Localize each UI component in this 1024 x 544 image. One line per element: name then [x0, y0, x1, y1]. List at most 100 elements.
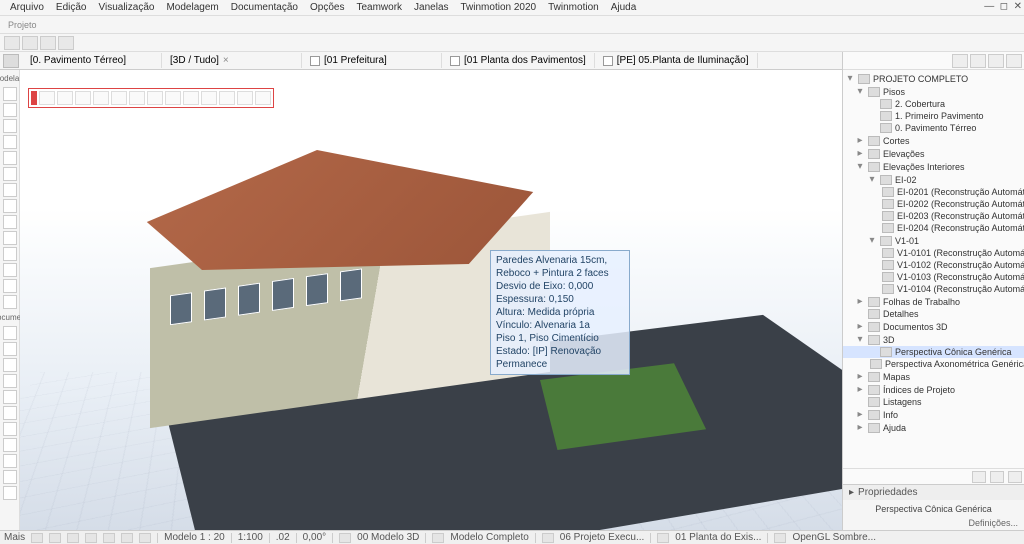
- tool-icon[interactable]: [3, 263, 17, 277]
- status-icon[interactable]: [121, 533, 133, 543]
- tree-item[interactable]: V1-0102 (Reconstrução Automática do Mode…: [843, 259, 1024, 271]
- tree-item[interactable]: 0. Pavimento Térreo: [843, 122, 1024, 134]
- status-icon[interactable]: [657, 533, 669, 543]
- tool-icon[interactable]: [93, 91, 109, 105]
- tool-icon[interactable]: [3, 406, 17, 420]
- checkbox-icon[interactable]: [450, 56, 460, 66]
- menu-item[interactable]: Arquivo: [4, 2, 50, 13]
- nav-tab-icon[interactable]: [952, 54, 968, 68]
- tool-icon[interactable]: [3, 279, 17, 293]
- arrow-icon[interactable]: [58, 36, 74, 50]
- tree-item[interactable]: ▾V1-01: [843, 234, 1024, 247]
- nav-tab-icon[interactable]: [1006, 54, 1022, 68]
- project-tree[interactable]: ▾PROJETO COMPLETO▾Pisos2. Cobertura1. Pr…: [843, 70, 1024, 468]
- menu-item[interactable]: Teamwork: [350, 2, 408, 13]
- status-icon[interactable]: [774, 533, 786, 543]
- status-icon[interactable]: [103, 533, 115, 543]
- status-zoom[interactable]: .02: [276, 532, 290, 543]
- tree-item[interactable]: ▸Documentos 3D: [843, 320, 1024, 333]
- status-icon[interactable]: [139, 533, 151, 543]
- tree-item[interactable]: 1. Primeiro Pavimento: [843, 110, 1024, 122]
- twisty-icon[interactable]: ▸: [855, 135, 865, 146]
- tool-icon[interactable]: [219, 91, 235, 105]
- tool-icon[interactable]: [3, 231, 17, 245]
- tool-icon[interactable]: [3, 119, 17, 133]
- checkbox-icon[interactable]: [310, 56, 320, 66]
- twisty-icon[interactable]: ▸: [855, 321, 865, 332]
- tree-item[interactable]: ▸Folhas de Trabalho: [843, 295, 1024, 308]
- redo-icon[interactable]: [40, 36, 56, 50]
- tree-item[interactable]: ▾PROJETO COMPLETO: [843, 72, 1024, 85]
- tree-item[interactable]: EI-0204 (Reconstrução Automática do Mode…: [843, 222, 1024, 234]
- status-item[interactable]: 01 Planta do Exis...: [675, 532, 761, 543]
- nav-tab-icon[interactable]: [970, 54, 986, 68]
- twisty-icon[interactable]: ▾: [855, 334, 865, 345]
- tool-icon[interactable]: [3, 342, 17, 356]
- close-icon[interactable]: ×: [223, 55, 229, 66]
- status-item[interactable]: 00 Modelo 3D: [357, 532, 419, 543]
- properties-settings-link[interactable]: Definições...: [843, 518, 1024, 528]
- twisty-icon[interactable]: ▾: [855, 86, 865, 97]
- tab[interactable]: [3D / Tudo]×: [162, 53, 302, 68]
- tree-item[interactable]: 2. Cobertura: [843, 98, 1024, 110]
- tool-icon[interactable]: [3, 470, 17, 484]
- tool-icon[interactable]: [201, 91, 217, 105]
- undo-icon[interactable]: [22, 36, 38, 50]
- menu-item[interactable]: Ajuda: [605, 2, 643, 13]
- tool-icon[interactable]: [3, 103, 17, 117]
- twisty-icon[interactable]: ▸: [855, 409, 865, 420]
- tool-icon[interactable]: [3, 486, 17, 500]
- menu-item[interactable]: Edição: [50, 2, 93, 13]
- status-icon[interactable]: [542, 533, 554, 543]
- tree-item[interactable]: ▸Ajuda: [843, 421, 1024, 434]
- twisty-icon[interactable]: ▾: [867, 174, 877, 185]
- tool-icon[interactable]: [3, 390, 17, 404]
- tree-item[interactable]: EI-0203 (Reconstrução Automática do Mode…: [843, 210, 1024, 222]
- status-angle[interactable]: 0,00°: [303, 532, 326, 543]
- tool-icon[interactable]: [255, 91, 271, 105]
- tool-icon[interactable]: [3, 422, 17, 436]
- menu-item[interactable]: Documentação: [225, 2, 304, 13]
- menu-item[interactable]: Visualização: [92, 2, 160, 13]
- tree-item[interactable]: EI-0202 (Reconstrução Automática do Mode…: [843, 198, 1024, 210]
- window-controls[interactable]: — ◻ ✕: [984, 1, 1022, 12]
- footer-icon[interactable]: [1008, 471, 1022, 483]
- status-scale[interactable]: 1:100: [238, 532, 263, 543]
- tool-icon[interactable]: [237, 91, 253, 105]
- menu-item[interactable]: Janelas: [408, 2, 454, 13]
- tree-item[interactable]: ▾Pisos: [843, 85, 1024, 98]
- tree-item[interactable]: ▸Mapas: [843, 370, 1024, 383]
- tool-icon[interactable]: [3, 215, 17, 229]
- tree-item[interactable]: ▸Elevações: [843, 147, 1024, 160]
- tree-item[interactable]: ▸Info: [843, 408, 1024, 421]
- tool-icon[interactable]: [165, 91, 181, 105]
- menu-item[interactable]: Twinmotion 2020: [455, 2, 543, 13]
- tool-icon[interactable]: [3, 151, 17, 165]
- tool-icon[interactable]: [57, 91, 73, 105]
- tool-icon[interactable]: [3, 374, 17, 388]
- tool-icon[interactable]: [3, 183, 17, 197]
- twisty-icon[interactable]: ▸: [855, 148, 865, 159]
- tab[interactable]: [PE] 05.Planta de Iluminação]: [595, 53, 758, 68]
- tree-item[interactable]: ▸Índices de Projeto: [843, 383, 1024, 396]
- status-icon[interactable]: [339, 533, 351, 543]
- twisty-icon[interactable]: ▾: [845, 73, 855, 84]
- status-icon[interactable]: [31, 533, 43, 543]
- tree-item[interactable]: V1-0104 (Reconstrução Automática do Mode…: [843, 283, 1024, 295]
- tree-item[interactable]: ▾Elevações Interiores: [843, 160, 1024, 173]
- status-item[interactable]: OpenGL Sombre...: [792, 532, 876, 543]
- tool-icon[interactable]: [3, 454, 17, 468]
- status-icon[interactable]: [432, 533, 444, 543]
- status-icon[interactable]: [67, 533, 79, 543]
- tool-icon[interactable]: [3, 199, 17, 213]
- menu-item[interactable]: Modelagem: [160, 2, 224, 13]
- tool-icon[interactable]: [3, 167, 17, 181]
- tool-icon[interactable]: [3, 326, 17, 340]
- status-item[interactable]: 06 Projeto Execu...: [560, 532, 645, 543]
- twisty-icon[interactable]: ▾: [867, 235, 877, 246]
- tool-icon[interactable]: [129, 91, 145, 105]
- status-item[interactable]: Modelo Completo: [450, 532, 528, 543]
- twisty-icon[interactable]: ▸: [855, 422, 865, 433]
- nav-tab-icon[interactable]: [988, 54, 1004, 68]
- twisty-icon[interactable]: ▸: [855, 384, 865, 395]
